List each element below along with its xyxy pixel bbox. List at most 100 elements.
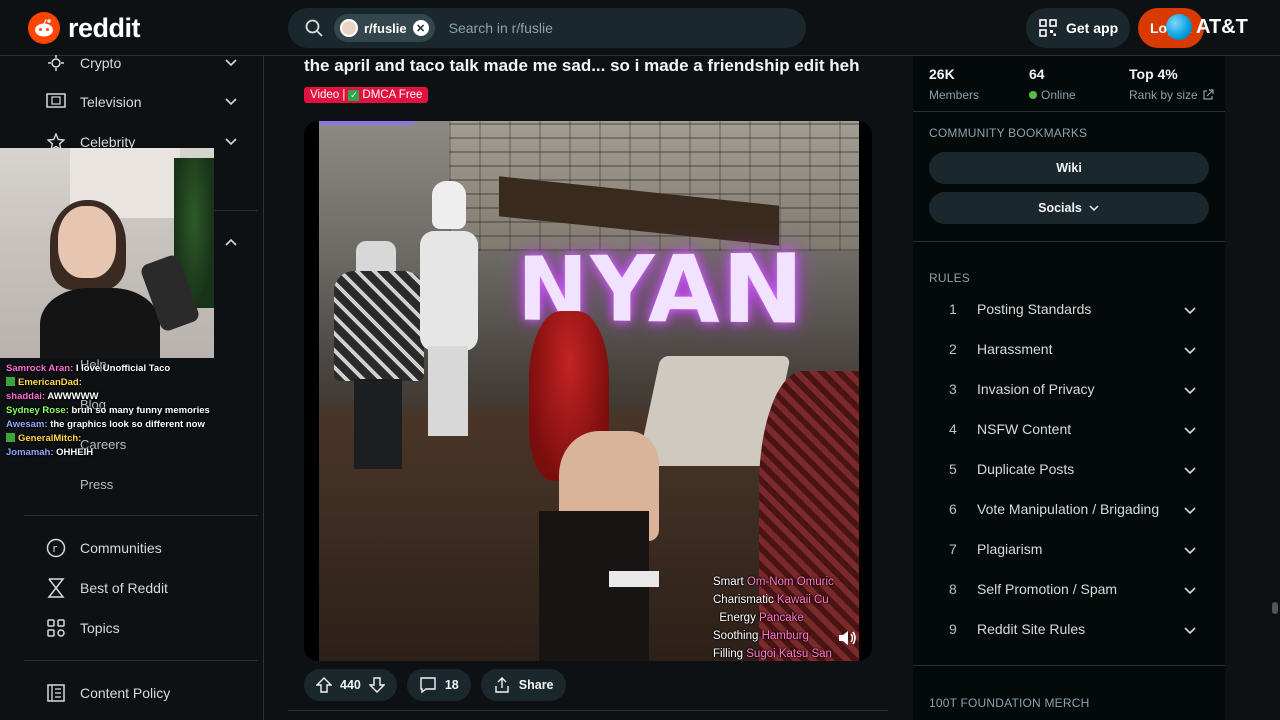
search-input[interactable]: Search in r/fuslie: [449, 20, 553, 36]
qr-code-icon: [1039, 19, 1057, 37]
chat-message: Awesam: the graphics look so different n…: [6, 419, 205, 430]
chevron-down-icon: [225, 138, 237, 146]
rule-item[interactable]: 8 Self Promotion / Spam: [929, 569, 1209, 609]
rule-number: 6: [949, 501, 957, 517]
page-scrollbar[interactable]: [1272, 602, 1278, 614]
comments-button[interactable]: 18: [406, 669, 471, 701]
get-app-button[interactable]: Get app: [1026, 8, 1130, 48]
chevron-down-icon: [1184, 307, 1196, 315]
sidebar-item-label: Communities: [80, 540, 162, 556]
sidebar-item-label: Television: [80, 94, 142, 110]
rule-item[interactable]: 5 Duplicate Posts: [929, 449, 1209, 489]
sidebar-item-content-policy[interactable]: Content Policy: [24, 673, 256, 713]
att-globe-icon: [1166, 14, 1192, 40]
comment-icon: [420, 677, 436, 694]
sidebar-item-label: Crypto: [80, 55, 122, 71]
rule-number: 7: [949, 541, 957, 557]
socials-button[interactable]: Socials: [929, 192, 1209, 224]
video-progress-bar[interactable]: [319, 121, 415, 125]
sidebar-item-label: Topics: [80, 620, 120, 636]
rule-number: 9: [949, 621, 957, 637]
rule-item[interactable]: 1 Posting Standards: [929, 289, 1209, 329]
rule-item[interactable]: 4 NSFW Content: [929, 409, 1209, 449]
chat-message: GeneralMitch:: [0, 432, 220, 446]
crypto-icon: [46, 53, 66, 73]
communities-icon: r: [46, 538, 66, 558]
sidebar-item-best-of-reddit[interactable]: Best of Reddit: [24, 568, 256, 608]
chevron-down-icon: [225, 98, 237, 106]
rule-text: Self Promotion / Spam: [977, 581, 1118, 597]
rule-text: Plagiarism: [977, 541, 1043, 557]
post-actions: 440 18 Share: [304, 669, 566, 701]
chat-message: EmericanDad:: [0, 376, 220, 390]
bookmarks-heading: COMMUNITY BOOKMARKS: [929, 126, 1088, 140]
brand-wordmark: reddit: [68, 12, 141, 43]
upvote-icon[interactable]: [316, 677, 332, 693]
chevron-down-icon: [1184, 467, 1196, 475]
get-app-label: Get app: [1066, 20, 1119, 36]
att-overlay-logo: AT&T: [1166, 14, 1248, 40]
external-link-icon: [1203, 89, 1214, 100]
members-stat: 26K Members: [929, 66, 980, 102]
chat-message: Jomamah: OHHEIH: [6, 447, 94, 458]
chevron-down-icon: [1184, 347, 1196, 355]
sidebar-divider: [24, 515, 258, 516]
sidebar-item-television[interactable]: Television: [24, 82, 256, 122]
rule-item[interactable]: 6 Vote Manipulation / Brigading: [929, 489, 1209, 529]
sidebar-divider: [913, 241, 1225, 242]
sidebar-item-topics[interactable]: Topics: [24, 608, 256, 648]
chip-label: r/fuslie: [364, 20, 407, 36]
sidebar-item-label: Best of Reddit: [80, 580, 168, 596]
share-button[interactable]: Share: [480, 669, 566, 701]
community-sidebar: 26K Members 64 Online Top 4% Rank by siz…: [913, 56, 1225, 720]
post-column: the april and taco talk made me sad... s…: [288, 56, 888, 720]
reddit-logo[interactable]: reddit: [28, 12, 141, 44]
rule-number: 3: [949, 381, 957, 397]
chevron-up-icon[interactable]: [224, 236, 238, 250]
rules-heading: RULES: [929, 271, 971, 285]
chevron-down-icon: [1184, 427, 1196, 435]
rule-item[interactable]: 3 Invasion of Privacy: [929, 369, 1209, 409]
sidebar-divider: [913, 665, 1225, 666]
search-bar[interactable]: r/fuslie ✕ Search in r/fuslie: [288, 8, 806, 48]
rank-stat[interactable]: Top 4% Rank by size: [1129, 66, 1214, 102]
svg-text:r: r: [53, 542, 58, 555]
hourglass-icon: [46, 578, 66, 598]
sidebar-divider: [24, 660, 258, 661]
post-flair[interactable]: Video | ✓ DMCA Free: [304, 87, 429, 103]
rule-number: 4: [949, 421, 957, 437]
volume-icon[interactable]: [836, 627, 858, 649]
chevron-down-icon: [1184, 547, 1196, 555]
rule-text: Invasion of Privacy: [977, 381, 1095, 397]
rule-item[interactable]: 2 Harassment: [929, 329, 1209, 369]
online-indicator-icon: [1029, 91, 1037, 99]
rule-number: 8: [949, 581, 957, 597]
rule-text: Vote Manipulation / Brigading: [977, 501, 1160, 517]
policy-icon: [46, 683, 66, 703]
share-label: Share: [518, 678, 554, 692]
wiki-button[interactable]: Wiki: [929, 152, 1209, 184]
sidebar-item-press[interactable]: Press: [80, 477, 113, 492]
chip-close-icon[interactable]: ✕: [412, 20, 429, 36]
chevron-down-icon: [225, 59, 237, 67]
post-title[interactable]: the april and taco talk made me sad... s…: [304, 56, 859, 76]
vote-control: 440: [304, 669, 397, 701]
online-stat: 64 Online: [1029, 66, 1076, 102]
downvote-icon[interactable]: [368, 677, 385, 693]
merch-heading: 100T FOUNDATION MERCH: [929, 696, 1090, 710]
rule-item[interactable]: 7 Plagiarism: [929, 529, 1209, 569]
checkmark-icon: ✓: [348, 89, 360, 101]
subreddit-avatar: [340, 19, 358, 37]
rule-item[interactable]: 9 Reddit Site Rules: [929, 609, 1209, 649]
rule-text: NSFW Content: [977, 421, 1072, 437]
sidebar-item-crypto[interactable]: Crypto: [24, 43, 256, 83]
sidebar-item-communities[interactable]: r Communities: [24, 528, 256, 568]
chevron-down-icon: [1184, 507, 1196, 515]
chat-message: shaddai: AWWWWW: [6, 391, 99, 402]
streamer-webcam-overlay: [0, 148, 214, 358]
subreddit-search-chip[interactable]: r/fuslie ✕: [334, 14, 435, 42]
rule-text: Duplicate Posts: [977, 461, 1075, 477]
video-player[interactable]: NYAN Smart Om-Nom Omuric Charismatic Kaw…: [304, 121, 872, 661]
att-wordmark: AT&T: [1196, 15, 1248, 38]
chevron-down-icon: [1184, 387, 1196, 395]
